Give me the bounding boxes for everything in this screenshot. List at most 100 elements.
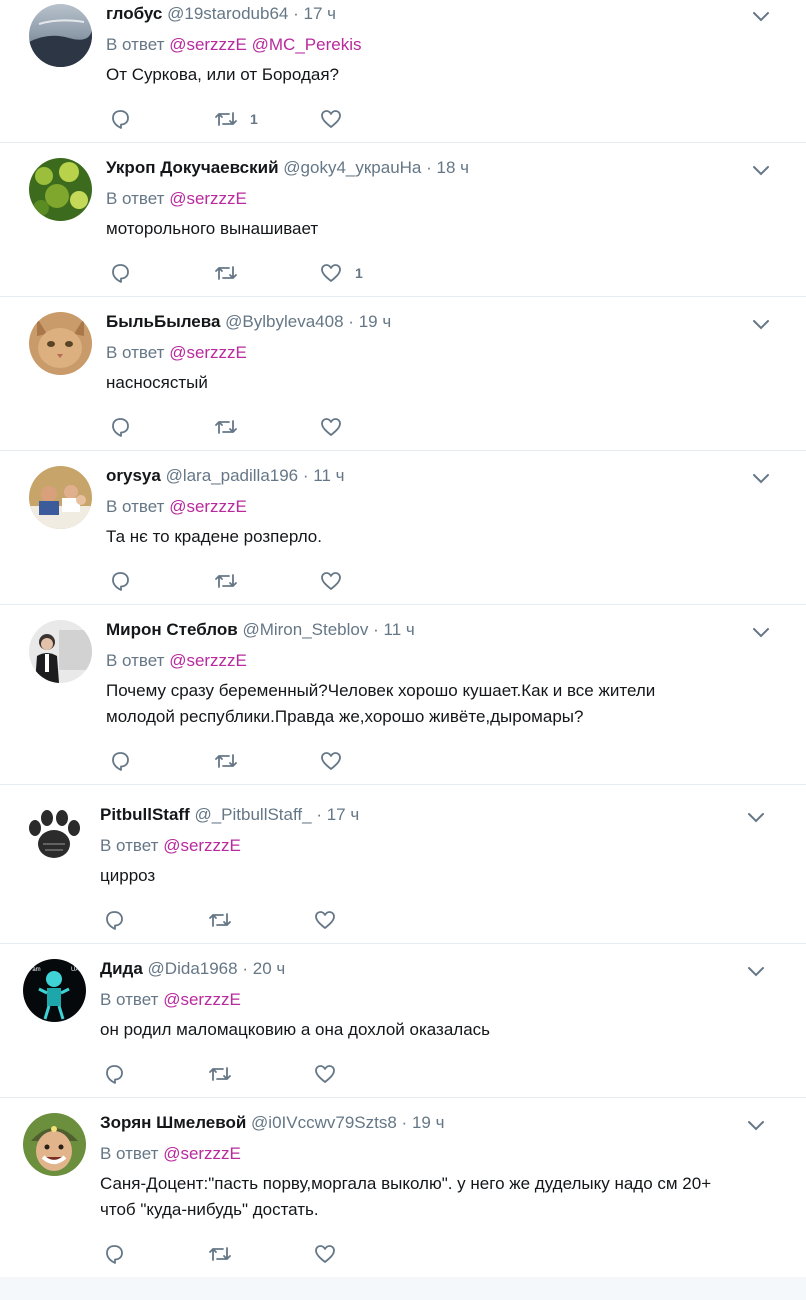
display-name[interactable]: Укроп Докучаевский <box>106 158 279 177</box>
timestamp[interactable]: 17 ч <box>327 805 360 824</box>
reply-context: В ответ @serzzzE <box>106 497 247 516</box>
reply-button[interactable] <box>108 106 144 132</box>
username[interactable]: @Bylbyleva408 <box>225 312 343 331</box>
retweet-button[interactable] <box>208 907 244 933</box>
retweet-button[interactable] <box>214 260 250 286</box>
like-button[interactable] <box>319 568 355 594</box>
display-name[interactable]: Зорян Шмелевой <box>100 1113 246 1132</box>
reply-context: В ответ @serzzzE <box>100 836 241 855</box>
avatar[interactable] <box>29 620 92 683</box>
avatar[interactable] <box>23 1113 86 1176</box>
like-button[interactable] <box>313 1061 349 1087</box>
timestamp[interactable]: 17 ч <box>304 4 337 23</box>
like-button[interactable] <box>313 907 349 933</box>
tweet-menu-button[interactable] <box>750 5 772 27</box>
reply-button[interactable] <box>102 907 138 933</box>
tweet[interactable]: Укроп Докучаевский @goky4_укpauHa · 18 ч… <box>0 143 806 297</box>
like-button[interactable] <box>319 414 355 440</box>
username[interactable]: @lara_padilla196 <box>166 466 299 485</box>
display-name[interactable]: Мирон Стеблов <box>106 620 238 639</box>
tweet[interactable]: PitbullStaff @_PitbullStaff_ · 17 ч В от… <box>0 785 806 944</box>
reply-icon <box>112 264 129 283</box>
tweet-menu-button[interactable] <box>750 467 772 489</box>
reply-button[interactable] <box>102 1241 138 1267</box>
mention-link[interactable]: @serzzzE <box>169 189 247 208</box>
avatar[interactable] <box>29 158 92 221</box>
timestamp[interactable]: 18 ч <box>437 158 470 177</box>
like-button[interactable] <box>319 106 355 132</box>
tweet-menu-button[interactable] <box>745 1114 767 1136</box>
username[interactable]: @Dida1968 <box>148 959 238 978</box>
timestamp[interactable]: 11 ч <box>384 620 415 639</box>
retweet-button[interactable] <box>214 568 250 594</box>
tweet[interactable]: orysya @lara_padilla196 · 11 ч В ответ @… <box>0 451 806 605</box>
username[interactable]: @i0IVccwv79Szts8 <box>251 1113 397 1132</box>
tweet-header: глобус @19starodub64 · 17 ч <box>106 4 337 23</box>
like-button[interactable] <box>319 748 355 774</box>
chevron-down-icon <box>753 474 769 484</box>
retweet-icon <box>209 913 231 927</box>
username[interactable]: @19starodub64 <box>167 4 288 23</box>
display-name[interactable]: PitbullStaff <box>100 805 190 824</box>
tweet[interactable]: I am UA Дида @Dida1968 · 20 ч В ответ @s… <box>0 944 806 1098</box>
display-name[interactable]: БыльБылева <box>106 312 220 331</box>
heart-icon <box>315 1065 335 1083</box>
mention-link[interactable]: @MC_Perekis <box>252 35 362 54</box>
avatar[interactable] <box>29 466 92 529</box>
display-name[interactable]: глобус <box>106 4 162 23</box>
chevron-down-icon <box>753 628 769 638</box>
chevron-down-icon <box>753 320 769 330</box>
mention-link[interactable]: @serzzzE <box>163 990 241 1009</box>
display-name[interactable]: Дида <box>100 959 143 978</box>
timestamp[interactable]: 19 ч <box>359 312 392 331</box>
tweet[interactable]: Мирон Стеблов @Miron_Steblov · 11 ч В от… <box>0 605 806 785</box>
reply-icon <box>106 1065 123 1084</box>
retweet-button[interactable]: 1 <box>214 106 258 132</box>
display-name[interactable]: orysya <box>106 466 161 485</box>
retweet-button[interactable] <box>214 414 250 440</box>
avatar[interactable] <box>23 804 86 867</box>
tweet-menu-button[interactable] <box>745 806 767 828</box>
tweet[interactable]: глобус @19starodub64 · 17 ч В ответ @ser… <box>0 0 806 143</box>
tweet-menu-button[interactable] <box>745 960 767 982</box>
reply-context: В ответ @serzzzE <box>100 990 241 1009</box>
like-button[interactable]: 1 <box>319 260 363 286</box>
tweet-menu-button[interactable] <box>750 621 772 643</box>
retweet-button[interactable] <box>214 748 250 774</box>
reply-button[interactable] <box>108 568 144 594</box>
retweet-button[interactable] <box>208 1241 244 1267</box>
retweet-icon <box>215 420 237 434</box>
mention-link[interactable]: @serzzzE <box>163 1144 241 1163</box>
mention-link[interactable]: @serzzzE <box>163 836 241 855</box>
chevron-down-icon <box>748 967 764 977</box>
tweet-menu-button[interactable] <box>750 313 772 335</box>
tweet-header: Дида @Dida1968 · 20 ч <box>100 959 286 978</box>
tweet-menu-button[interactable] <box>750 159 772 181</box>
timestamp[interactable]: 20 ч <box>253 959 286 978</box>
username[interactable]: @goky4_укpauHa <box>283 158 421 177</box>
like-button[interactable] <box>313 1241 349 1267</box>
tweet-text: Саня-Доцент:"пасть порву,моргала выколю"… <box>100 1174 712 1219</box>
tweet[interactable]: БыльБылева @Bylbyleva408 · 19 ч В ответ … <box>0 297 806 451</box>
timestamp[interactable]: 11 ч <box>313 466 344 485</box>
username[interactable]: @Miron_Steblov <box>242 620 368 639</box>
avatar[interactable]: I am UA <box>23 959 86 1022</box>
avatar[interactable] <box>29 4 92 67</box>
reply-button[interactable] <box>108 748 144 774</box>
reply-button[interactable] <box>108 414 144 440</box>
retweet-icon <box>209 1067 231 1081</box>
avatar[interactable] <box>29 312 92 375</box>
reply-button[interactable] <box>108 260 144 286</box>
mention-link[interactable]: @serzzzE <box>169 35 247 54</box>
timestamp[interactable]: 19 ч <box>412 1113 445 1132</box>
tweet[interactable]: Зорян Шмелевой @i0IVccwv79Szts8 · 19 ч В… <box>0 1098 806 1278</box>
heart-icon <box>321 264 341 282</box>
mention-link[interactable]: @serzzzE <box>169 497 247 516</box>
retweet-icon <box>215 754 237 768</box>
mention-link[interactable]: @serzzzE <box>169 343 247 362</box>
username[interactable]: @_PitbullStaff_ <box>194 805 311 824</box>
reply-button[interactable] <box>102 1061 138 1087</box>
heart-icon <box>321 110 341 128</box>
retweet-button[interactable] <box>208 1061 244 1087</box>
mention-link[interactable]: @serzzzE <box>169 651 247 670</box>
